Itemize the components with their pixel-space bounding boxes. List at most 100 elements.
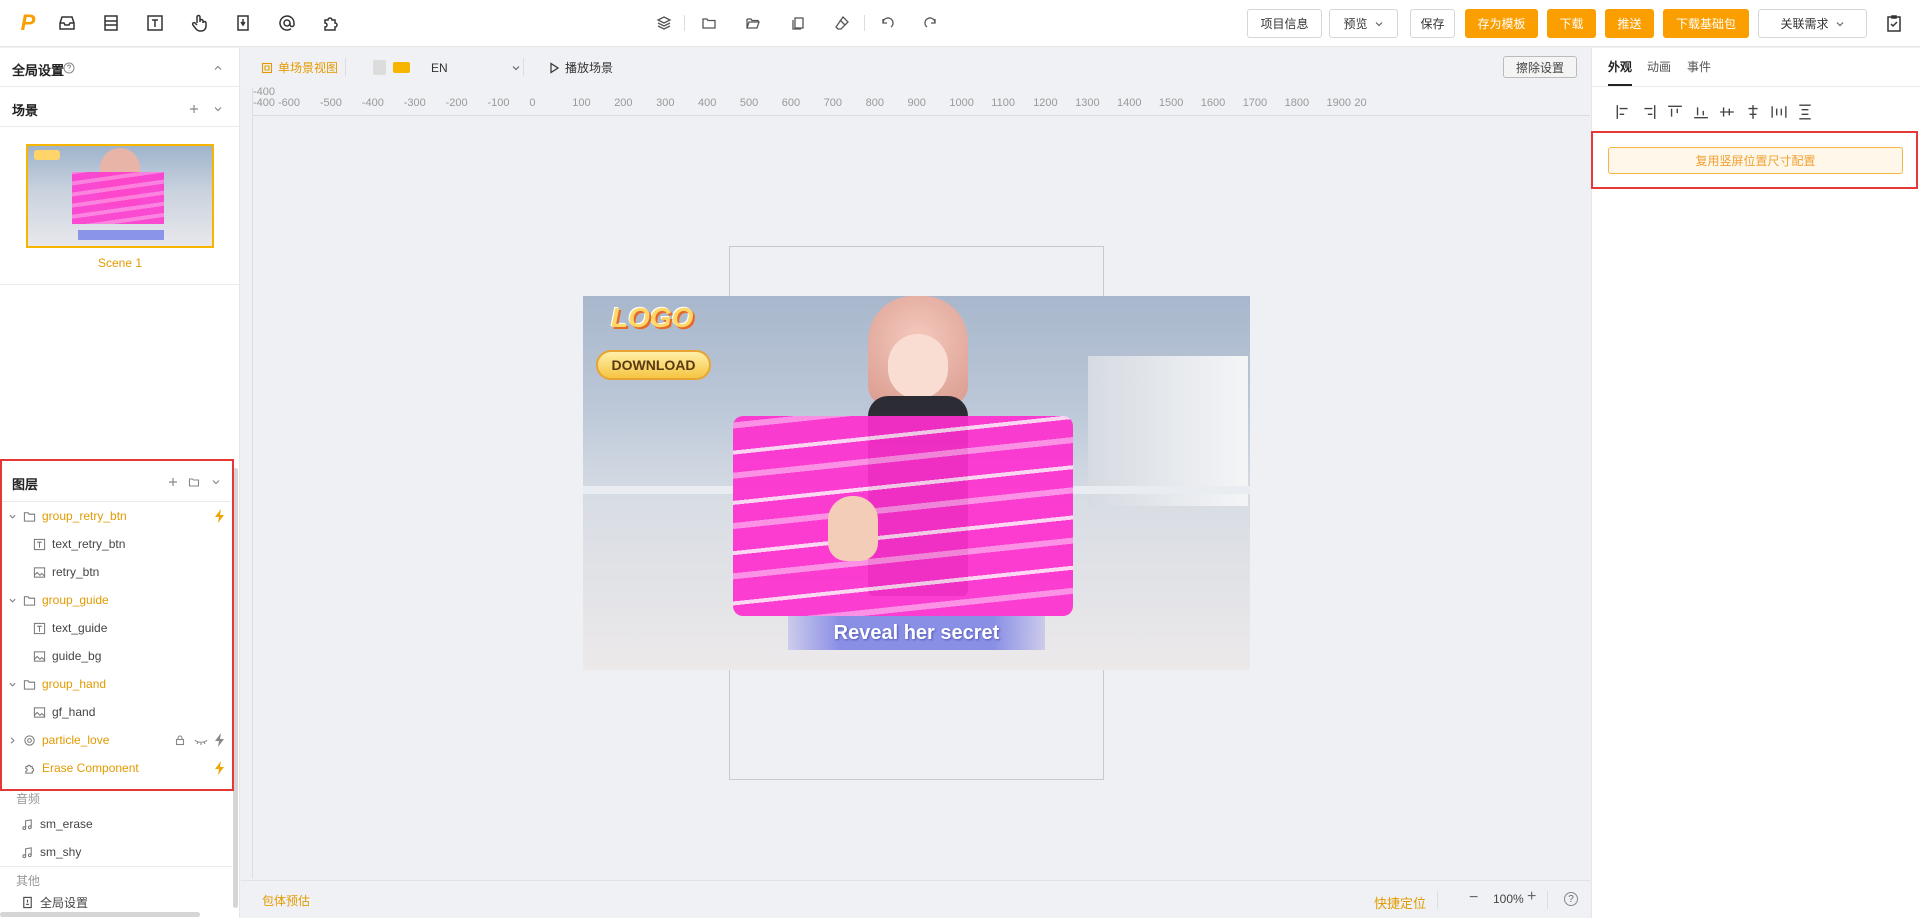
save-button[interactable]: 保存 xyxy=(1410,9,1455,38)
layer-row-gf-hand[interactable]: gf_hand xyxy=(2,698,230,726)
align-right-icon[interactable] xyxy=(1641,104,1657,120)
undo-icon[interactable] xyxy=(878,14,896,32)
redo-icon[interactable] xyxy=(922,14,940,32)
layer-row-particle-love[interactable]: particle_love xyxy=(2,726,230,754)
vertical-scrollbar[interactable] xyxy=(233,468,238,908)
folder-icon[interactable] xyxy=(700,14,718,32)
tab-animation[interactable]: 动画 xyxy=(1647,58,1671,75)
expand-chevron-icon[interactable] xyxy=(6,678,18,690)
clear-settings-button[interactable]: 擦除设置 xyxy=(1503,56,1577,78)
audio-item-sm-shy[interactable]: sm_shy xyxy=(14,838,242,866)
scene-building-right xyxy=(1088,356,1248,506)
download-base-button[interactable]: 下载基础包 xyxy=(1663,9,1749,38)
lock-icon[interactable] xyxy=(174,734,186,746)
ruler-tick-label: 1200 xyxy=(1033,97,1058,109)
top-toolbar: P 项目信息 预览 保存 存为模板 下载 推送 下载基础包 关联需求 xyxy=(0,0,1920,47)
layer-row-text-guide[interactable]: text_guide xyxy=(2,614,230,642)
scene-thumbnail[interactable] xyxy=(26,144,214,248)
vertical-ruler: -400-300-200-100010020030040050060070080… xyxy=(241,86,277,878)
app-logo[interactable]: P xyxy=(16,10,40,35)
tab-appearance[interactable]: 外观 xyxy=(1608,58,1632,75)
quick-locate-link[interactable]: 快捷定位 xyxy=(1374,893,1426,912)
collapse-chevron-icon[interactable] xyxy=(211,61,225,75)
align-left-icon[interactable] xyxy=(1615,104,1631,120)
reuse-portrait-layout-button[interactable]: 复用竖屏位置尺寸配置 xyxy=(1608,147,1903,174)
link-requirement-dropdown[interactable]: 关联需求 xyxy=(1758,9,1867,38)
package-estimate-link[interactable]: 包体预估 xyxy=(262,892,310,909)
layer-row-group-retry-btn[interactable]: group_retry_btn xyxy=(2,502,230,530)
ruler-tick-label: -400 xyxy=(361,97,384,109)
canvas-bottom-bar: 包体预估 快捷定位 − 100% + ? xyxy=(241,880,1590,918)
layer-row-retry-btn[interactable]: retry_btn xyxy=(2,558,230,586)
layer-row-erase-component[interactable]: Erase Component xyxy=(2,754,230,782)
scene-preview[interactable]: LOGO DOWNLOAD Reveal her secret xyxy=(583,296,1250,670)
scene-name-label[interactable]: Scene 1 xyxy=(0,256,240,270)
layer-row-text-retry-btn[interactable]: text_retry_btn xyxy=(2,530,230,558)
align-vertical-center-icon[interactable] xyxy=(1745,104,1761,120)
single-scene-view-toggle[interactable]: 单场景视图 xyxy=(261,59,338,76)
language-select[interactable]: EN xyxy=(431,58,521,78)
file-export-icon[interactable] xyxy=(232,12,254,34)
folder-open-icon[interactable] xyxy=(744,14,762,32)
lightning-icon[interactable] xyxy=(214,509,226,523)
align-top-icon[interactable] xyxy=(1667,104,1683,120)
scene-chevron-down-icon[interactable] xyxy=(211,102,225,116)
layers-icon[interactable] xyxy=(655,14,673,32)
copy-icon[interactable] xyxy=(789,14,807,32)
at-sign-icon[interactable] xyxy=(276,12,298,34)
thumb-logo xyxy=(34,150,60,160)
eraser-icon[interactable] xyxy=(833,14,851,32)
ruler-tick-label: 1300 xyxy=(1075,97,1100,109)
layers-chevron-down-icon[interactable] xyxy=(209,475,223,489)
ruler-tick-label: 500 xyxy=(739,97,759,109)
project-info-button[interactable]: 项目信息 xyxy=(1247,9,1322,38)
layout-icon[interactable] xyxy=(100,12,122,34)
add-scene-icon[interactable] xyxy=(187,102,201,116)
layer-name: gf_hand xyxy=(52,705,96,719)
save-template-button[interactable]: 存为模板 xyxy=(1465,9,1538,38)
hand-pointer-icon[interactable] xyxy=(188,12,210,34)
distribute-horizontal-icon[interactable] xyxy=(1771,104,1787,120)
lightning-icon[interactable] xyxy=(214,733,226,747)
layer-row-group-hand[interactable]: group_hand xyxy=(2,670,230,698)
push-label: 推送 xyxy=(1617,17,1642,31)
layer-name: group_hand xyxy=(42,677,107,691)
layer-row-guide-bg[interactable]: guide_bg xyxy=(2,642,230,670)
play-scene-button[interactable]: 播放场景 xyxy=(549,59,613,76)
audio-name: sm_shy xyxy=(40,845,82,859)
grey-color-swatch[interactable] xyxy=(373,60,386,75)
ruler-tick-label: -600 xyxy=(278,97,301,109)
ruler-tick-label: 1700 xyxy=(1242,97,1268,109)
new-folder-icon[interactable] xyxy=(187,475,201,489)
help-icon[interactable]: ? xyxy=(1564,892,1578,906)
preview-dropdown[interactable]: 预览 xyxy=(1329,9,1398,38)
orange-color-swatch[interactable] xyxy=(393,62,410,73)
distribute-vertical-icon[interactable] xyxy=(1797,104,1813,120)
eye-hidden-icon[interactable] xyxy=(194,734,208,746)
push-button[interactable]: 推送 xyxy=(1605,9,1654,38)
add-layer-icon[interactable] xyxy=(166,475,180,489)
align-bottom-icon[interactable] xyxy=(1693,104,1709,120)
chevron-down-icon xyxy=(512,66,520,71)
help-circle-icon[interactable] xyxy=(62,61,76,75)
expand-chevron-icon[interactable] xyxy=(6,594,18,606)
lightning-icon[interactable] xyxy=(214,761,226,775)
inbox-icon[interactable] xyxy=(56,12,78,34)
zoom-out-button[interactable]: − xyxy=(1469,889,1478,907)
layer-name: group_guide xyxy=(42,593,109,607)
ruler-tick-label: 300 xyxy=(656,97,675,109)
expand-chevron-right-icon[interactable] xyxy=(6,734,18,746)
layer-row-group-guide[interactable]: group_guide xyxy=(2,586,230,614)
text-layer-icon xyxy=(32,537,46,551)
audio-item-sm-erase[interactable]: sm_erase xyxy=(14,810,242,838)
tab-events[interactable]: 事件 xyxy=(1687,58,1711,75)
horizontal-scrollbar[interactable] xyxy=(0,912,200,917)
zoom-in-button[interactable]: + xyxy=(1527,888,1536,906)
text-tool-icon[interactable] xyxy=(144,12,166,34)
right-properties-panel: 外观 动画 事件 复用竖屏位置尺寸配置 xyxy=(1591,48,1920,918)
download-button[interactable]: 下载 xyxy=(1547,9,1596,38)
expand-chevron-icon[interactable] xyxy=(6,510,18,522)
clipboard-check-icon[interactable] xyxy=(1883,12,1905,34)
plugin-icon[interactable] xyxy=(320,12,342,34)
align-horizontal-center-icon[interactable] xyxy=(1719,104,1735,120)
